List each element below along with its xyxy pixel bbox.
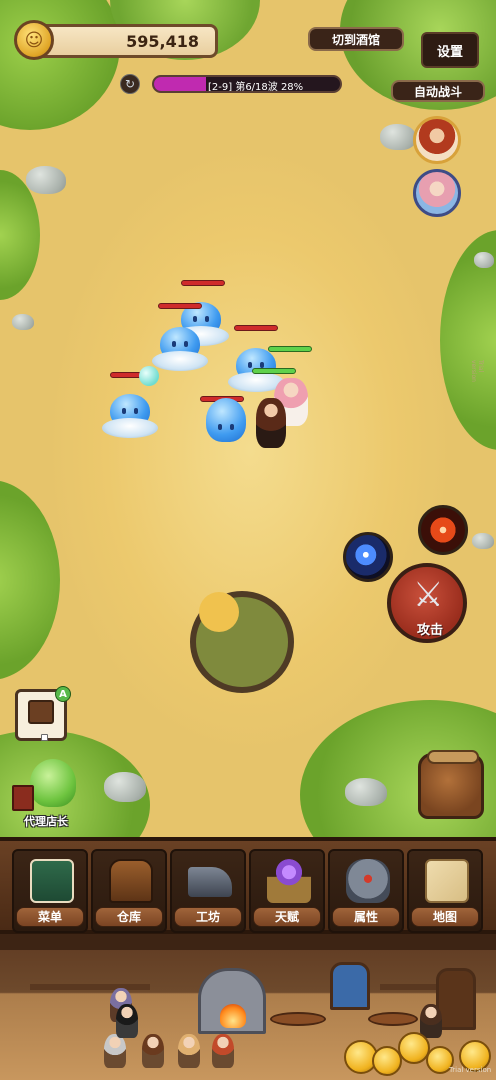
rock bbox=[345, 778, 387, 806]
attack-button[interactable]: ⚔ 攻击 bbox=[387, 563, 467, 643]
dark-armor-hero[interactable] bbox=[256, 398, 286, 448]
hero-portrait-pink-hair[interactable] bbox=[413, 169, 461, 217]
settings-button[interactable]: 设置 bbox=[421, 32, 479, 68]
tavern-character bbox=[420, 1004, 442, 1038]
nav-item-attributes[interactable]: 属性 bbox=[328, 849, 404, 933]
wave-progress-bar: [2-9] 第6/18波 28% bbox=[152, 75, 342, 93]
chest-icon bbox=[28, 700, 54, 724]
ally-hp-bar bbox=[252, 368, 296, 374]
tavern-character bbox=[212, 1034, 234, 1068]
wave-progress-label: [2-9] 第6/18波 28% bbox=[208, 82, 304, 93]
coin-icon: ☺ bbox=[14, 20, 54, 60]
map-icon bbox=[425, 859, 469, 903]
nav-label: 工坊 bbox=[174, 907, 242, 927]
auto-battle-button[interactable]: 自动战斗 bbox=[391, 80, 485, 102]
blue-slime-enemy[interactable] bbox=[152, 325, 208, 375]
rock bbox=[104, 772, 146, 802]
tavern-window bbox=[330, 962, 370, 1010]
nav-label: 仓库 bbox=[95, 907, 163, 927]
nav-item-talent[interactable]: 天赋 bbox=[249, 849, 325, 933]
armor-icon bbox=[346, 859, 390, 903]
nav-item-workshop[interactable]: 工坊 bbox=[170, 849, 246, 933]
tavern-character bbox=[178, 1034, 200, 1068]
enemy-hp-bar bbox=[181, 280, 225, 286]
agent-manager-button[interactable]: 代理店长 bbox=[12, 755, 82, 828]
tavern-door bbox=[436, 968, 476, 1030]
refresh-icon[interactable]: ↻ bbox=[120, 74, 140, 94]
enemy-hp-bar bbox=[234, 325, 278, 331]
tavern-table bbox=[368, 1012, 418, 1026]
book-icon bbox=[12, 785, 34, 811]
anvil-icon bbox=[188, 867, 232, 897]
hero-portrait-red-hair[interactable] bbox=[413, 116, 461, 164]
tavern-character bbox=[116, 1004, 138, 1038]
tavern-table bbox=[270, 1012, 326, 1026]
nav-label: 地图 bbox=[411, 907, 479, 927]
bottom-nav: 菜单 仓库 工坊 天赋 属性 地图 bbox=[0, 837, 496, 934]
sword-icon: ⚔ bbox=[413, 575, 444, 615]
recipe-book-icon bbox=[30, 859, 74, 903]
chest-badge: A bbox=[55, 686, 71, 702]
nav-item-warehouse[interactable]: 仓库 bbox=[91, 849, 167, 933]
nav-item-map[interactable]: 地图 bbox=[407, 849, 483, 933]
nav-label: 天赋 bbox=[253, 907, 321, 927]
tavern-character bbox=[142, 1034, 164, 1068]
rock bbox=[380, 124, 416, 150]
gold-counter: 595,418 bbox=[36, 24, 218, 58]
enemy-hp-bar bbox=[158, 303, 202, 309]
switch-to-tavern-button[interactable]: 切到酒馆 bbox=[308, 27, 404, 51]
bedroll-icon bbox=[427, 750, 479, 764]
rock bbox=[26, 166, 66, 194]
nav-item-menu[interactable]: 菜单 bbox=[12, 849, 88, 933]
skill-vortex-icon[interactable] bbox=[343, 532, 393, 582]
nav-label: 属性 bbox=[332, 907, 400, 927]
backpack-button[interactable] bbox=[418, 750, 484, 819]
rock bbox=[472, 533, 494, 549]
shelf bbox=[30, 984, 150, 990]
skill-fire-slash-icon[interactable] bbox=[418, 505, 468, 555]
blue-slime-enemy[interactable] bbox=[102, 392, 158, 442]
tavern-character bbox=[104, 1034, 126, 1068]
rock bbox=[12, 314, 34, 330]
trial-watermark: Trial version bbox=[449, 1066, 492, 1074]
mana-orb bbox=[139, 366, 159, 386]
indicator-dot bbox=[41, 734, 48, 741]
wave-progress-fill bbox=[154, 77, 207, 91]
talent-crystal-icon bbox=[267, 859, 311, 903]
shelf bbox=[380, 984, 440, 990]
fire-icon bbox=[220, 1004, 246, 1028]
chest-icon bbox=[109, 859, 153, 903]
green-slime-manager-icon bbox=[30, 759, 76, 807]
rock bbox=[474, 252, 494, 268]
blue-slime-enemy[interactable] bbox=[198, 398, 254, 454]
ally-hp-bar bbox=[268, 346, 312, 352]
nav-label: 菜单 bbox=[16, 907, 84, 927]
gold-amount: 595,418 bbox=[126, 32, 199, 51]
tree-foliage bbox=[0, 0, 120, 130]
agent-manager-label: 代理店长 bbox=[24, 815, 68, 828]
attack-label: 攻击 bbox=[417, 623, 444, 638]
joystick-knob[interactable] bbox=[199, 592, 239, 632]
tree-foliage bbox=[0, 480, 60, 680]
trial-watermark-side: Trial version bbox=[470, 360, 484, 382]
ceiling-beam bbox=[0, 934, 496, 950]
